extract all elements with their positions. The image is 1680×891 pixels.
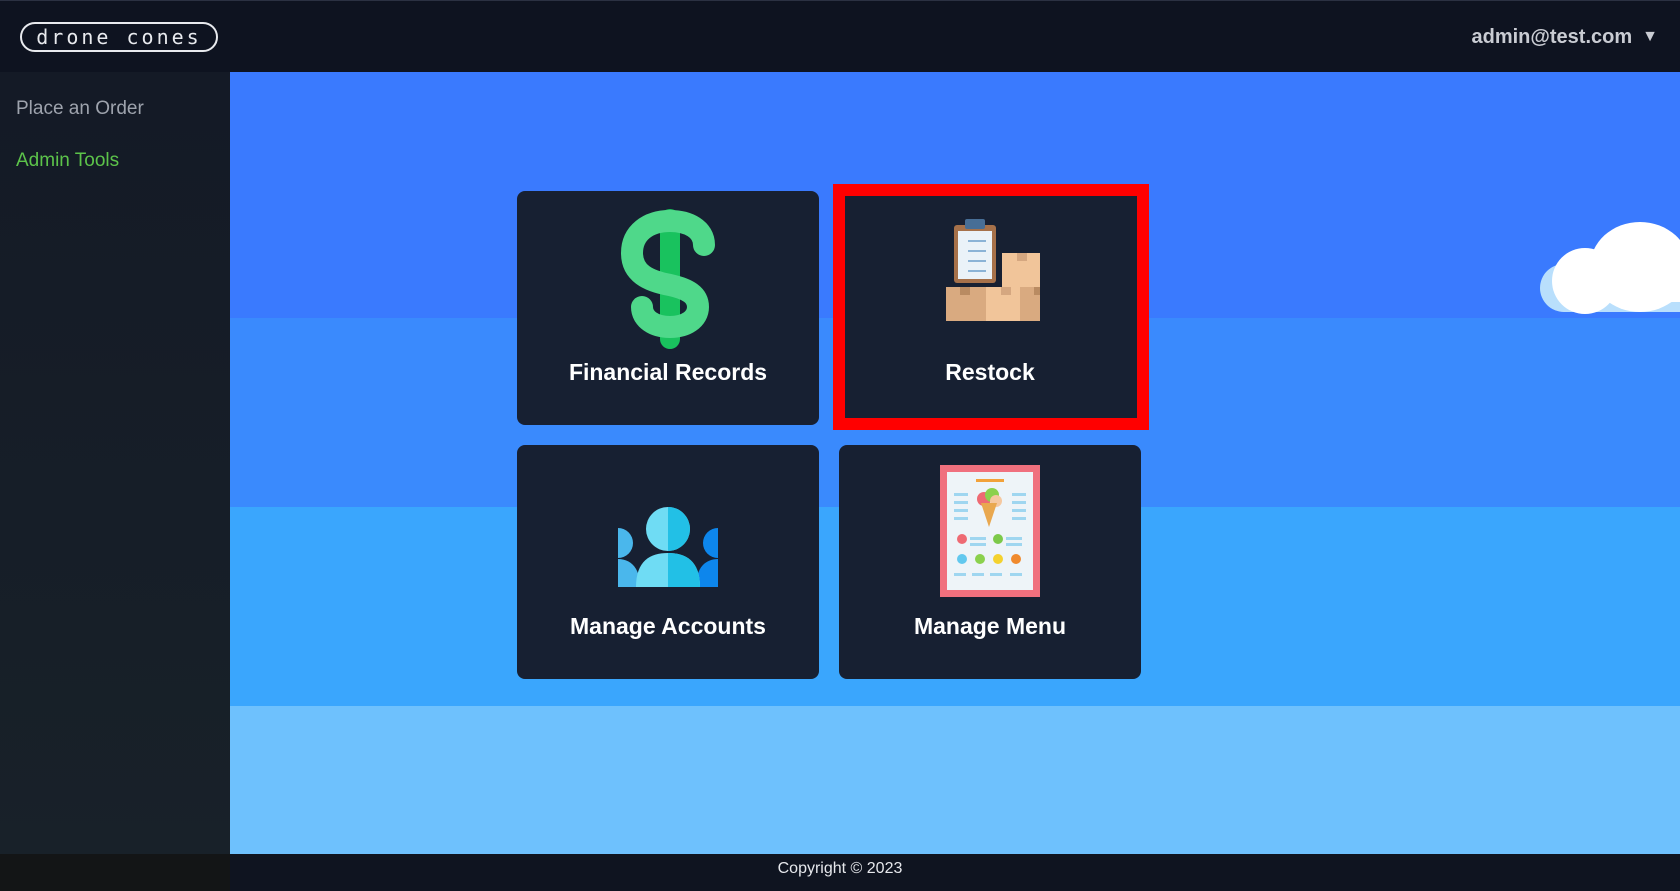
boxes-clipboard-icon (946, 219, 1040, 321)
copyright-text: Copyright © 2023 (777, 860, 903, 877)
menu-card-icon (940, 465, 1040, 597)
tile-label: Manage Accounts (570, 613, 766, 639)
manage-menu-tile[interactable]: Manage Menu (839, 445, 1141, 679)
caret-down-icon[interactable]: ▼ (1642, 28, 1658, 46)
tile-label: Financial Records (568, 359, 768, 385)
sidebar: Place an Order Admin Tools (0, 72, 230, 854)
sidebar-item-place-order[interactable]: Place an Order (16, 98, 144, 120)
manage-accounts-tile[interactable]: Manage Accounts (517, 445, 819, 679)
cloud-decoration (1540, 222, 1680, 322)
main-content: Financial Records Restock Manage Account… (230, 72, 1680, 854)
top-bar: drone cones admin@test.com ▼ (0, 0, 1680, 72)
financial-records-tile[interactable]: Financial Records (517, 191, 819, 425)
people-icon (618, 507, 718, 587)
drone-cones-logo[interactable]: drone cones (20, 22, 218, 52)
sidebar-item-admin-tools[interactable]: Admin Tools (16, 150, 119, 172)
user-account-menu[interactable]: admin@test.com ▼ (1472, 23, 1659, 51)
dollar-icon (620, 209, 715, 349)
tile-label: Restock (945, 359, 1035, 385)
restock-tile[interactable]: Restock (839, 191, 1141, 425)
user-email[interactable]: admin@test.com (1472, 26, 1633, 49)
footer: Copyright © 2023 (0, 854, 1680, 891)
tile-label: Manage Menu (913, 613, 1067, 639)
